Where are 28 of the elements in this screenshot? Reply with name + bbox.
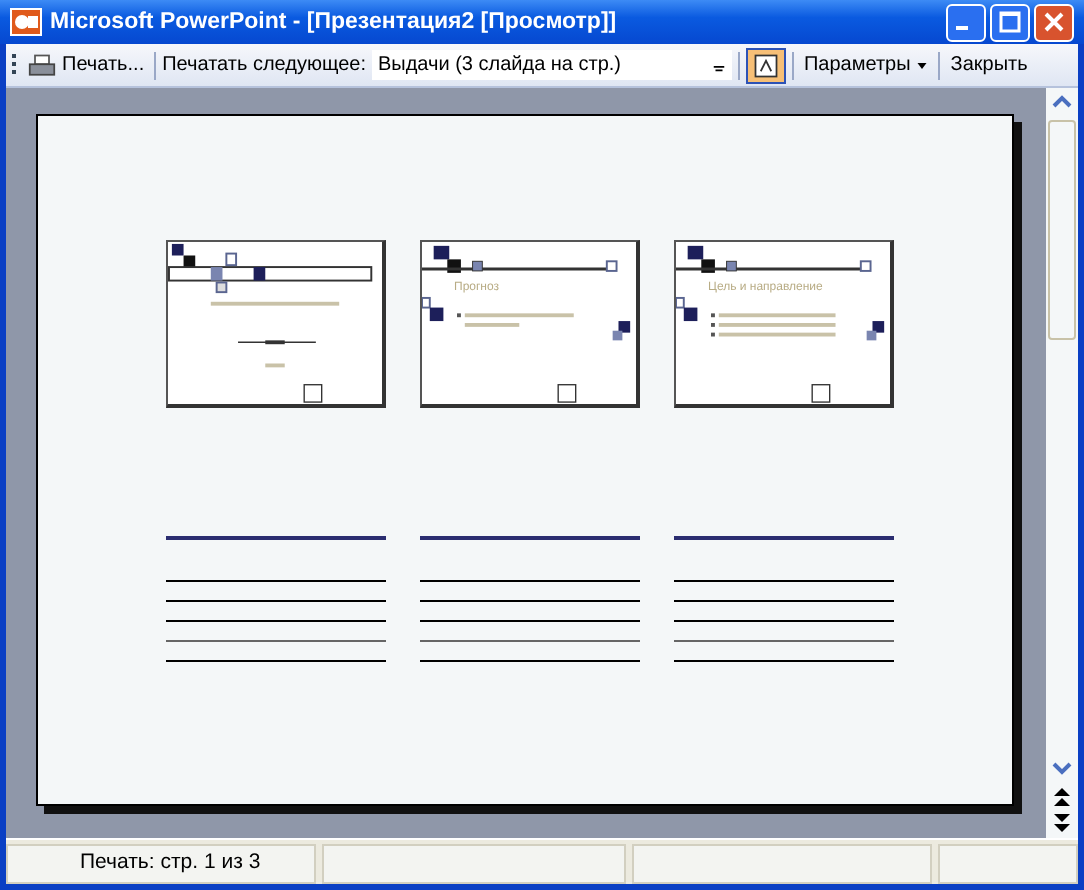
status-text: Печать: стр. 1 из 3 <box>6 844 316 884</box>
print-what-dropdown[interactable]: Выдачи (3 слайда на стр.) <box>371 50 732 80</box>
options-button[interactable]: Параметры <box>799 47 933 83</box>
color-toggle-button[interactable] <box>745 47 786 83</box>
minimize-button[interactable] <box>946 3 986 41</box>
close-preview-button[interactable]: Закрыть <box>946 47 1032 83</box>
bullet-lines-drawing <box>711 313 836 337</box>
slide-footer-drawing <box>303 384 323 403</box>
window-title: Microsoft PowerPoint - [Презентация2 [Просмотр]] <box>50 10 619 34</box>
close-button[interactable] <box>1034 3 1074 41</box>
bullet-lines-drawing <box>457 313 574 327</box>
vertical-scrollbar[interactable] <box>1046 88 1078 838</box>
print-button[interactable]: Печать... <box>24 47 149 83</box>
slide-text-lines-drawing <box>210 301 340 368</box>
maximize-button[interactable] <box>990 3 1030 41</box>
print-what-label: Печатать следующее: <box>162 54 366 76</box>
close-icon <box>1042 10 1066 34</box>
scroll-thumb[interactable] <box>1048 120 1076 340</box>
app-icon <box>10 6 42 38</box>
maximize-icon <box>998 10 1022 34</box>
document-icon <box>751 51 780 79</box>
caret-icon <box>916 59 929 71</box>
grip-icon <box>12 51 18 79</box>
minimize-icon <box>956 26 968 30</box>
status-pane <box>938 844 1078 884</box>
slide-footer-drawing <box>557 384 577 403</box>
slide-footer-drawing <box>811 384 831 403</box>
printer-icon <box>28 51 56 79</box>
